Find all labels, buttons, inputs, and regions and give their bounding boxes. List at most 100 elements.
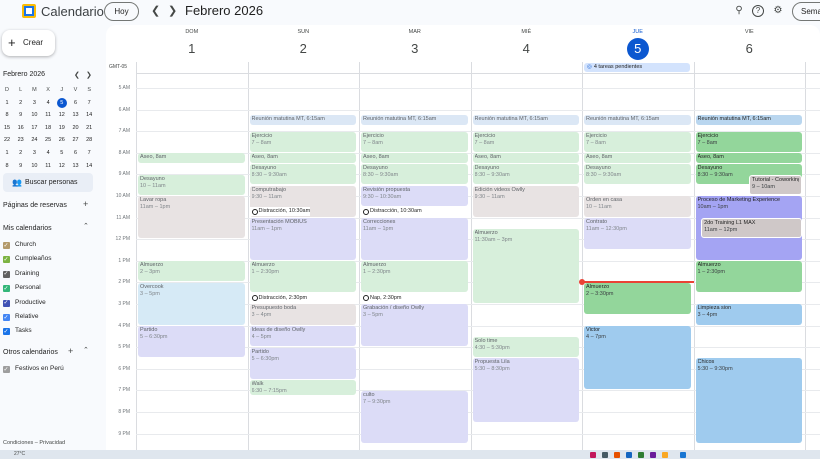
mini-day[interactable]: 25	[41, 134, 55, 146]
day-number[interactable]: 5	[626, 38, 649, 60]
mini-day[interactable]: 6	[69, 147, 83, 159]
mini-day[interactable]: 13	[69, 109, 83, 121]
mini-day[interactable]: 27	[69, 134, 83, 146]
calendar-event[interactable]: Almuerzo 1 – 2:30pm	[695, 261, 802, 293]
checkbox-icon[interactable]	[3, 312, 10, 324]
calendar-event[interactable]: Reunión matutina MT, 6:15am	[695, 115, 802, 125]
calendar-event[interactable]: Desayuno 8:30 – 9:30am	[249, 164, 356, 185]
checkbox-icon[interactable]	[3, 283, 10, 295]
mini-day[interactable]: 16	[14, 122, 28, 134]
calendar-event[interactable]: Presentación MOBIUS 11am – 1pm	[249, 218, 356, 260]
calendar-event[interactable]: Revisión propuesta 9:30 – 10:30am	[361, 185, 468, 206]
calendar-event[interactable]: Aseo, 8am	[138, 153, 245, 163]
calendar-event[interactable]: Almuerzo 1 – 2:30pm	[361, 261, 468, 293]
day-header[interactable]: MAR 3	[359, 25, 471, 63]
task-item[interactable]: Nap, 2:30pm	[361, 293, 402, 303]
calendar-event[interactable]: Desayuno 8:30 – 9:30am	[584, 164, 691, 185]
my-calendars-heading[interactable]: Mis calendarios	[3, 225, 52, 232]
calendar-event[interactable]: Correcciones 11am – 1pm	[361, 218, 468, 260]
add-calendar-icon[interactable]: +	[68, 346, 73, 356]
calendar-event[interactable]: Overcook 3 – 5pm	[138, 282, 245, 325]
mini-day[interactable]: 17	[27, 122, 41, 134]
calendar-event[interactable]: Almuerzo 2 – 3:30pm	[584, 282, 691, 314]
add-booking-icon[interactable]: +	[83, 199, 88, 209]
mini-day[interactable]: 7	[82, 147, 96, 159]
calendar-event[interactable]: Contrato 11am – 12:30pm	[584, 218, 691, 249]
checkbox-icon[interactable]	[3, 297, 10, 309]
checkbox-icon[interactable]	[3, 326, 10, 338]
calendar-event[interactable]: Tutorial - Coworking 9 – 10am	[749, 174, 802, 195]
checkbox-icon[interactable]	[3, 254, 10, 266]
mini-day[interactable]: 12	[55, 160, 69, 172]
mini-day[interactable]: 20	[69, 122, 83, 134]
mini-day[interactable]: 4	[41, 147, 55, 159]
checkbox-icon[interactable]	[3, 240, 10, 252]
mini-day[interactable]: 2	[14, 97, 28, 109]
day-header[interactable]: SUN 2	[248, 25, 360, 63]
calendar-event[interactable]: Orden en casa 10 – 11am	[584, 196, 691, 217]
app-icon[interactable]	[602, 452, 608, 458]
calendar-event[interactable]: culto 7 – 9:30pm	[361, 390, 468, 444]
mini-day[interactable]: 19	[55, 122, 69, 134]
calendar-event[interactable]: Walk 6:30 – 7:15pm	[249, 380, 356, 395]
mini-day[interactable]: 6	[69, 97, 83, 109]
day-number[interactable]: 1	[181, 38, 203, 60]
mini-prev-icon[interactable]: ❮	[74, 71, 80, 79]
chevron-up-icon[interactable]: ⌃	[83, 222, 89, 230]
calendar-event[interactable]: Desayuno 10 – 11am	[138, 174, 245, 195]
calendar-event[interactable]: Lavar ropa 11am – 1pm	[138, 196, 245, 239]
app-icon[interactable]	[662, 452, 668, 458]
mini-day[interactable]: 1	[0, 147, 14, 159]
app-icon[interactable]	[626, 452, 632, 458]
calendar-event[interactable]: Aseo, 8am	[361, 153, 468, 163]
task-item[interactable]: Distracción, 2:30pm	[249, 293, 308, 303]
calendar-event[interactable]: Ideas de diseño Owlly 4 – 5pm	[249, 326, 356, 347]
day-number[interactable]: 6	[738, 38, 760, 60]
mini-day[interactable]: 11	[41, 109, 55, 121]
mini-day[interactable]: 14	[82, 160, 96, 172]
calendar-event[interactable]: 2do Training L1 MAX 11am – 12pm	[701, 218, 802, 239]
app-icon[interactable]	[680, 452, 686, 458]
mini-day[interactable]: 3	[27, 97, 41, 109]
help-icon[interactable]: ?	[752, 5, 764, 17]
calendar-event[interactable]: Almuerzo 1 – 2:30pm	[249, 261, 356, 293]
mini-day[interactable]: 2	[14, 147, 28, 159]
day-header[interactable]: VIE 6	[694, 25, 806, 63]
search-icon[interactable]: ⚲	[733, 5, 745, 17]
calendar-event[interactable]: Propuesta Lila 5:30 – 8:30pm	[472, 358, 579, 422]
other-calendars-heading[interactable]: Otros calendarios	[3, 349, 58, 356]
mini-day[interactable]: 21	[82, 122, 96, 134]
app-icon[interactable]	[614, 452, 620, 458]
mini-day[interactable]: 5	[56, 97, 67, 108]
task-item[interactable]: Distracción, 10:30am	[361, 207, 422, 217]
mini-day[interactable]: 14	[82, 109, 96, 121]
mini-day[interactable]: 22	[0, 134, 14, 146]
calendar-event[interactable]: Solo time 4:30 – 5:30pm	[472, 336, 579, 357]
calendar-event[interactable]: Limpieza sion 3 – 4pm	[695, 304, 802, 325]
mini-day[interactable]: 28	[82, 134, 96, 146]
calendar-event[interactable]: Ejercicio 7 – 8am	[472, 131, 579, 152]
app-icon[interactable]	[638, 452, 644, 458]
today-button[interactable]: Hoy	[104, 2, 139, 21]
all-day-chip[interactable]: ◎ 4 tareas pendientes	[584, 63, 690, 72]
mini-day[interactable]: 10	[27, 109, 41, 121]
mini-day[interactable]: 7	[82, 97, 96, 109]
mini-day[interactable]: 1	[0, 97, 14, 109]
calendar-event[interactable]: Reunión matutina MT, 6:15am	[249, 115, 356, 125]
calendar-event[interactable]: Reunión matutina MT, 6:15am	[472, 115, 579, 125]
calendar-event[interactable]: Desayuno 8:30 – 9:30am	[472, 164, 579, 185]
calendar-event[interactable]: Presupuesto boda 3 – 4pm	[249, 304, 356, 325]
calendar-event[interactable]: Grabación / diseño Owlly 3 – 5pm	[361, 304, 468, 347]
footer-links[interactable]: Condiciones – Privacidad	[3, 440, 65, 446]
gear-icon[interactable]: ⚙	[772, 5, 784, 17]
calendar-event[interactable]: Desayuno 8:30 – 9:30am	[361, 164, 468, 185]
mini-day[interactable]: 9	[14, 109, 28, 121]
calendar-event[interactable]: Reunión matutina MT, 6:15am	[584, 115, 691, 125]
mini-day[interactable]: 18	[41, 122, 55, 134]
mini-day[interactable]: 15	[0, 122, 14, 134]
search-people-field[interactable]: 👥 Buscar personas	[3, 173, 93, 192]
mini-day[interactable]: 26	[55, 134, 69, 146]
calendar-event[interactable]: Ejercicio 7 – 8am	[361, 131, 468, 152]
mini-day[interactable]: 12	[55, 109, 69, 121]
calendar-event[interactable]: Aseo, 8am	[695, 153, 802, 163]
